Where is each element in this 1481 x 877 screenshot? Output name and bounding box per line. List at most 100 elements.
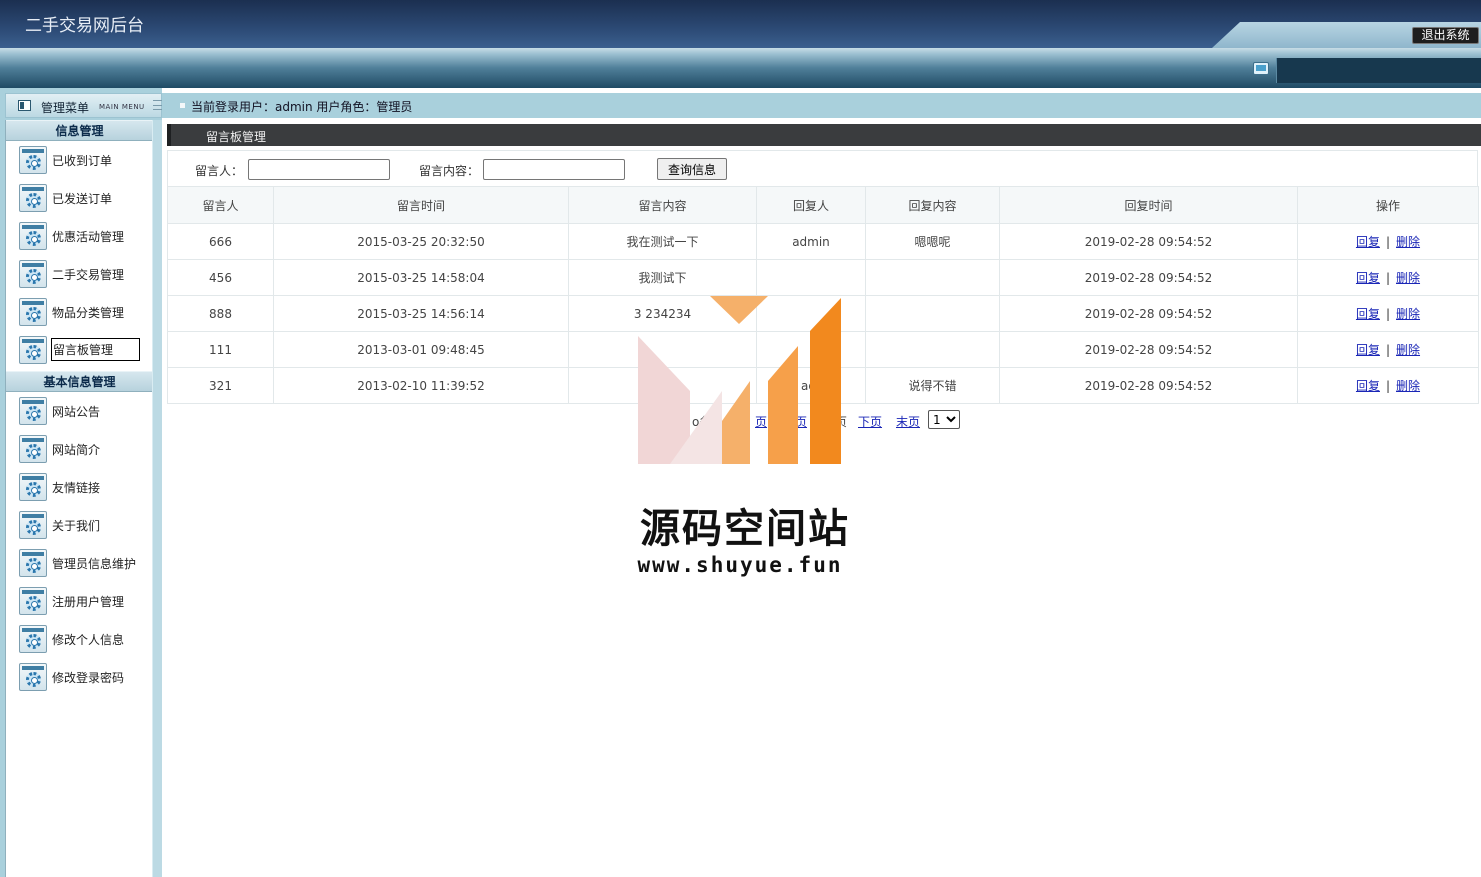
reply-link[interactable]: 回复 <box>1356 379 1380 393</box>
cell-time: 2015-03-25 20:32:50 <box>273 223 569 260</box>
sidebar-item-announcements[interactable]: 网站公告 <box>19 397 149 427</box>
sidebar-item-friend-links[interactable]: 友情链接 <box>19 473 149 503</box>
cell-reply: 嗯嗯呢 <box>865 223 1000 260</box>
menu-section-basic[interactable]: 基本信息管理 <box>6 371 153 392</box>
settings-window-icon <box>19 587 47 615</box>
settings-window-icon <box>19 625 47 653</box>
logout-button[interactable]: 退出系统 <box>1412 27 1479 44</box>
monitor-icon[interactable] <box>1253 62 1269 75</box>
watermark-url: www.shuyue.fun <box>637 553 843 577</box>
status-bar: 当前登录用户：admin 用户角色：管理员 <box>162 93 1481 118</box>
cell-author: 111 <box>167 331 274 368</box>
author-label: 留言人： <box>195 164 244 178</box>
settings-window-icon <box>19 298 47 326</box>
page-select[interactable]: 1 <box>928 410 960 429</box>
cell-content <box>568 331 757 368</box>
pager-last[interactable]: 末页 <box>896 413 920 430</box>
cell-actions: 回复 | 删除 <box>1297 223 1479 260</box>
search-form: 留言人： 留言内容： 查询信息 <box>167 150 1478 187</box>
cell-content: 3 <box>568 367 757 404</box>
cell-reply-time: 2019-02-28 09:54:52 <box>999 367 1298 404</box>
sidebar-item-label: 修改登录密码 <box>52 671 125 685</box>
sidebar-item-sent-orders[interactable]: 已发送订单 <box>19 184 149 214</box>
separator: | <box>1385 235 1391 249</box>
bullet-icon <box>180 103 185 108</box>
settings-window-icon <box>19 397 47 425</box>
menu-section-info[interactable]: 信息管理 <box>6 120 153 141</box>
cell-author: 321 <box>167 367 274 404</box>
sidebar-item-received-orders[interactable]: 已收到订单 <box>19 146 149 176</box>
cell-replier <box>756 259 866 296</box>
column-header: 回复内容 <box>865 186 1000 224</box>
pager-prev[interactable]: 页 <box>795 413 807 430</box>
separator: | <box>1385 307 1391 321</box>
cell-author: 456 <box>167 259 274 296</box>
delete-link[interactable]: 删除 <box>1396 343 1420 357</box>
separator: | <box>1385 343 1391 357</box>
menu-title: 管理菜单 <box>41 101 90 115</box>
cell-reply: 说得不错 <box>865 367 1000 404</box>
settings-window-icon <box>19 260 47 288</box>
content-input[interactable] <box>483 159 625 180</box>
page-title: 留言板管理 <box>206 130 267 144</box>
sidebar-item-label: 注册用户管理 <box>52 595 125 609</box>
delete-link[interactable]: 删除 <box>1396 307 1420 321</box>
pagination: o条 页 页 页 下页 末页 1 <box>167 408 1478 432</box>
sidebar-item-change-password[interactable]: 修改登录密码 <box>19 663 149 693</box>
table-row: 456 2015-03-25 14:58:04 我测试下 2019-02-28 … <box>167 259 1479 296</box>
cell-time: 2015-03-25 14:58:04 <box>273 259 569 296</box>
sidebar-item-edit-profile[interactable]: 修改个人信息 <box>19 625 149 655</box>
cell-author: 666 <box>167 223 274 260</box>
cell-replier <box>756 295 866 332</box>
search-button[interactable]: 查询信息 <box>657 158 727 180</box>
author-input[interactable] <box>248 159 390 180</box>
delete-link[interactable]: 删除 <box>1396 235 1420 249</box>
sidebar-item-promotions[interactable]: 优惠活动管理 <box>19 222 149 252</box>
sidebar-item-trades[interactable]: 二手交易管理 <box>19 260 149 290</box>
column-header: 操作 <box>1297 186 1479 224</box>
table-header-row: 留言人 留言时间 留言内容 回复人 回复内容 回复时间 操作 <box>167 186 1479 224</box>
sidebar-item-registered-users[interactable]: 注册用户管理 <box>19 587 149 617</box>
reply-link[interactable]: 回复 <box>1356 235 1380 249</box>
column-header: 留言人 <box>167 186 274 224</box>
settings-window-icon <box>19 184 47 212</box>
sidebar-item-label: 管理员信息维护 <box>52 557 137 571</box>
cell-time: 2015-03-25 14:56:14 <box>273 295 569 332</box>
delete-link[interactable]: 删除 <box>1396 379 1420 393</box>
content-label: 留言内容： <box>419 164 480 178</box>
sidebar-item-label: 物品分类管理 <box>52 306 125 320</box>
sidebar-item-label: 网站简介 <box>52 443 101 457</box>
menu-icon <box>18 100 31 111</box>
reply-link[interactable]: 回复 <box>1356 271 1380 285</box>
sidebar-item-about-us[interactable]: 关于我们 <box>19 511 149 541</box>
cell-actions: 回复 | 删除 <box>1297 367 1479 404</box>
sidebar-item-label: 留言板管理 <box>51 338 141 361</box>
column-header: 回复人 <box>756 186 866 224</box>
reply-link[interactable]: 回复 <box>1356 307 1380 321</box>
cell-content: 我在测试一下 <box>568 223 757 260</box>
separator: | <box>1385 271 1391 285</box>
cell-reply-time: 2019-02-28 09:54:52 <box>999 295 1298 332</box>
collapse-icon[interactable] <box>153 100 162 110</box>
cell-reply-time: 2019-02-28 09:54:52 <box>999 223 1298 260</box>
column-header: 留言内容 <box>568 186 757 224</box>
sidebar-splitter[interactable] <box>152 120 162 877</box>
app-header: 二手交易网后台 退出系统 <box>0 0 1481 48</box>
cell-content: 3 234234 <box>568 295 757 332</box>
table-row: 111 2013-03-01 09:48:45 2019-02-28 09:54… <box>167 331 1479 368</box>
sidebar-item-label: 已收到订单 <box>52 154 113 168</box>
reply-link[interactable]: 回复 <box>1356 343 1380 357</box>
cell-time: 2013-02-10 11:39:52 <box>273 367 569 404</box>
delete-link[interactable]: 删除 <box>1396 271 1420 285</box>
sidebar-item-categories[interactable]: 物品分类管理 <box>19 298 149 328</box>
pager-next[interactable]: 下页 <box>858 413 882 430</box>
cell-content: 我测试下 <box>568 259 757 296</box>
table-row: 888 2015-03-25 14:56:14 3 234234 2019-02… <box>167 295 1479 332</box>
menu-subtitle: MAIN MENU <box>99 103 145 111</box>
sidebar-item-admin-info[interactable]: 管理员信息维护 <box>19 549 149 579</box>
sidebar-item-site-intro[interactable]: 网站简介 <box>19 435 149 465</box>
sidebar-item-label: 优惠活动管理 <box>52 230 125 244</box>
separator: | <box>1385 379 1391 393</box>
pager-first[interactable]: 页 <box>755 413 767 430</box>
sidebar-item-message-board[interactable]: 留言板管理 <box>19 336 149 366</box>
